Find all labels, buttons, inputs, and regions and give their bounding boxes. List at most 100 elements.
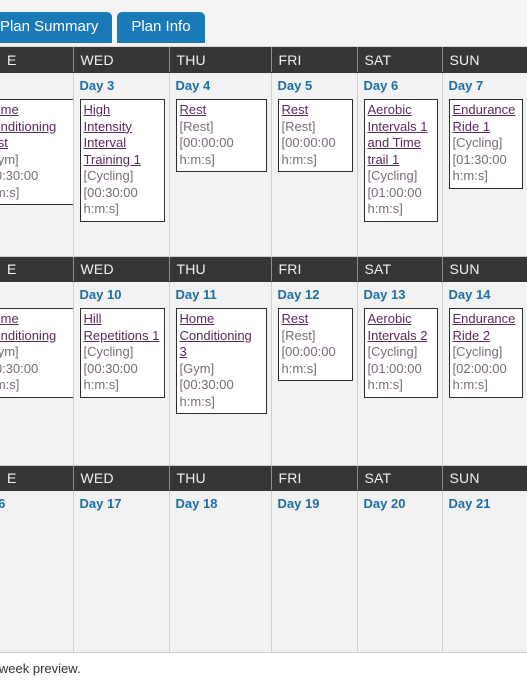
day-cell: Day 13 Aerobic Intervals 2 [Cycling] [01… bbox=[357, 281, 443, 466]
workout-card[interactable]: Aerobic Intervals 1 and Time trail 1 [Cy… bbox=[363, 99, 438, 222]
workout-type: [Rest] bbox=[281, 327, 316, 343]
column-header-label: SUN bbox=[449, 470, 480, 486]
column-header-thu: THU bbox=[169, 256, 272, 282]
workout-title-link[interactable]: Endurance Ride 1 bbox=[453, 102, 520, 135]
day-cell: y 9 Home Conditioning [Gym] [00:30:00 h:… bbox=[0, 281, 74, 466]
day-label: Day 20 bbox=[363, 496, 406, 511]
workout-type: [Cycling] bbox=[367, 344, 418, 359]
workout-card[interactable]: High Intensity Interval Training 1 [Cycl… bbox=[79, 99, 165, 222]
workout-type: [Rest] bbox=[281, 118, 316, 134]
column-header-sat: SAT bbox=[357, 256, 443, 282]
column-header-thu: THU bbox=[169, 465, 272, 491]
column-header-sun: SUN bbox=[442, 256, 527, 282]
workout-duration: [01:30:00 h:m:s] bbox=[452, 151, 507, 184]
column-header-label: SAT bbox=[364, 261, 392, 277]
workout-card[interactable]: Rest [Rest] [00:00:00 h:m:s] bbox=[277, 308, 353, 381]
workout-card[interactable]: Home Conditioning [Gym] [00:30:00 h:m:s] bbox=[0, 308, 72, 398]
column-header-wed: WED bbox=[73, 256, 170, 282]
workout-card[interactable]: Rest [Rest] [00:00:00 h:m:s] bbox=[175, 99, 267, 172]
column-header-label: THU bbox=[176, 261, 206, 277]
column-header-label: SAT bbox=[364, 52, 392, 68]
workout-card[interactable]: Home Conditioning 3 [Gym] [00:30:00 h:m:… bbox=[175, 308, 267, 414]
column-header-label: FRI bbox=[278, 52, 302, 68]
column-header-sat: SAT bbox=[357, 465, 443, 491]
week-row: y 16 Day 17 Day 18 Day 19 Day 20 Day 21 bbox=[0, 490, 527, 653]
workout-title-link[interactable]: Aerobic Intervals 1 and Time trail 1 bbox=[368, 102, 434, 168]
day-cell: Day 3 High Intensity Interval Training 1… bbox=[73, 72, 170, 257]
day-label: Day 18 bbox=[175, 496, 218, 511]
week-header-row: E WED THU FRI SAT SUN bbox=[0, 256, 527, 282]
day-cell: Day 5 Rest [Rest] [00:00:00 h:m:s] bbox=[271, 72, 358, 257]
workout-duration: [01:00:00 h:m:s] bbox=[367, 360, 422, 393]
day-label: y 9 bbox=[0, 287, 72, 303]
day-cell: Day 20 bbox=[357, 490, 443, 653]
workout-title-link[interactable]: Hill Repetitions 1 bbox=[84, 311, 161, 344]
day-cell: Day 11 Home Conditioning 3 [Gym] [00:30:… bbox=[169, 281, 272, 466]
day-cell: Day 6 Aerobic Intervals 1 and Time trail… bbox=[357, 72, 443, 257]
day-label: Day 6 bbox=[363, 78, 399, 93]
workout-card[interactable]: Endurance Ride 1 [Cycling] [01:30:00 h:m… bbox=[448, 99, 523, 189]
column-header-thu: THU bbox=[169, 47, 272, 73]
column-header-sun: SUN bbox=[442, 465, 527, 491]
workout-title-link[interactable]: Home Conditioning Test bbox=[0, 102, 72, 152]
workout-title-link[interactable]: High Intensity Interval Training 1 bbox=[84, 102, 161, 168]
preview-footnote: ng 2 week preview. bbox=[0, 661, 81, 676]
column-header-wed: WED bbox=[73, 47, 170, 73]
workout-title-link[interactable]: Home Conditioning bbox=[0, 311, 72, 344]
workout-card[interactable]: Home Conditioning Test [Gym] [00:30:00 h… bbox=[0, 99, 72, 205]
column-header-label: THU bbox=[176, 470, 206, 486]
workout-type: [Cycling] bbox=[83, 344, 134, 359]
workout-card[interactable]: Rest [Rest] [00:00:00 h:m:s] bbox=[277, 99, 353, 172]
day-label: Day 5 bbox=[277, 78, 313, 93]
day-cell: Day 21 bbox=[442, 490, 527, 653]
workout-type: [Rest] bbox=[179, 118, 214, 134]
column-header-fri: FRI bbox=[271, 465, 358, 491]
day-label: Day 13 bbox=[363, 287, 406, 302]
workout-duration: [00:30:00 h:m:s] bbox=[179, 377, 234, 409]
tab-plan-info[interactable]: Plan Info bbox=[117, 12, 205, 43]
column-header-label: WED bbox=[80, 261, 114, 277]
workout-type: [Cycling] bbox=[452, 344, 503, 359]
workout-duration: [00:30:00 h:m:s] bbox=[0, 360, 39, 393]
workout-title-link[interactable]: Home Conditioning 3 bbox=[180, 311, 263, 361]
column-header-label: SUN bbox=[449, 261, 480, 277]
workout-title-link[interactable]: Rest bbox=[180, 102, 263, 119]
column-header-tue: E bbox=[0, 256, 74, 282]
column-header-sat: SAT bbox=[357, 47, 443, 73]
column-header-label: FRI bbox=[278, 470, 302, 486]
day-label: Day 17 bbox=[79, 496, 122, 511]
workout-card[interactable]: Hill Repetitions 1 [Cycling] [00:30:00 h… bbox=[79, 308, 165, 398]
day-cell: Day 18 bbox=[169, 490, 272, 653]
workout-title-link[interactable]: Rest bbox=[282, 311, 349, 328]
column-header-sun: SUN bbox=[442, 47, 527, 73]
column-header-fri: FRI bbox=[271, 256, 358, 282]
workout-type: [Cycling] bbox=[83, 168, 134, 183]
day-label: Day 7 bbox=[448, 78, 484, 93]
column-header-tue: E bbox=[0, 465, 74, 491]
workout-title-link[interactable]: Aerobic Intervals 2 bbox=[368, 311, 434, 344]
week-row: y 9 Home Conditioning [Gym] [00:30:00 h:… bbox=[0, 281, 527, 466]
workout-card[interactable]: Endurance Ride 2 [Cycling] [02:00:00 h:m… bbox=[448, 308, 523, 398]
column-header-fri: FRI bbox=[271, 47, 358, 73]
workout-type: [Gym] bbox=[0, 151, 19, 167]
column-header-label: SUN bbox=[449, 52, 480, 68]
day-label: Day 3 bbox=[79, 78, 115, 93]
workout-duration: [01:00:00 h:m:s] bbox=[367, 184, 422, 217]
workout-duration: [00:30:00 h:m:s] bbox=[83, 360, 138, 393]
week-row: y 2 Home Conditioning Test [Gym] [00:30:… bbox=[0, 72, 527, 257]
day-label: Day 12 bbox=[277, 287, 320, 302]
workout-duration: [00:00:00 h:m:s] bbox=[281, 344, 336, 376]
week-header-row: E WED THU FRI SAT SUN bbox=[0, 47, 527, 73]
workout-title-link[interactable]: Rest bbox=[282, 102, 349, 119]
workout-title-link[interactable]: Endurance Ride 2 bbox=[453, 311, 520, 344]
column-header-label: E bbox=[7, 470, 17, 486]
workout-type: [Gym] bbox=[0, 344, 19, 359]
tab-plan-summary[interactable]: Plan Summary bbox=[0, 12, 113, 43]
workout-card[interactable]: Aerobic Intervals 2 [Cycling] [01:00:00 … bbox=[363, 308, 438, 398]
column-header-wed: WED bbox=[73, 465, 170, 491]
workout-duration: [00:00:00 h:m:s] bbox=[281, 135, 336, 167]
day-label: Day 21 bbox=[448, 496, 491, 511]
workout-duration: [02:00:00 h:m:s] bbox=[452, 360, 507, 393]
week-header-row: E WED THU FRI SAT SUN bbox=[0, 465, 527, 491]
column-header-label: E bbox=[7, 261, 17, 277]
